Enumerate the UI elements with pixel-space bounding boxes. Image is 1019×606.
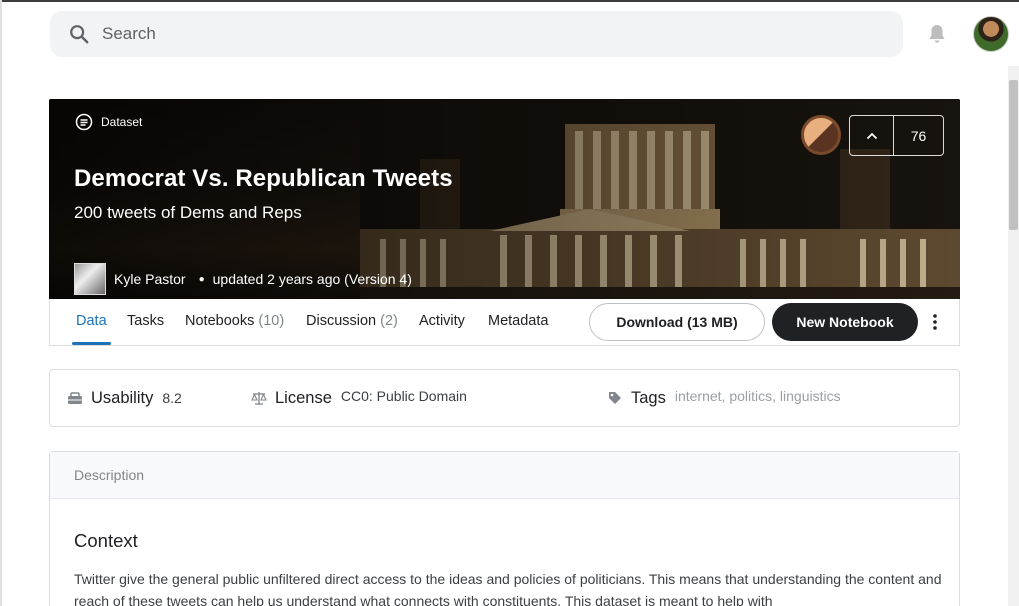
dataset-icon [75, 113, 93, 131]
owner-avatar[interactable] [801, 115, 841, 155]
license-value[interactable]: CC0: Public Domain [341, 388, 467, 404]
tab-label: Data [76, 313, 107, 329]
tab-label: Activity [419, 313, 465, 329]
license-item: License CC0: Public Domain [251, 370, 467, 426]
active-tab-indicator [72, 342, 111, 345]
tab-tasks[interactable]: Tasks [127, 313, 164, 329]
dataset-header-banner: Dataset Democrat Vs. Republican Tweets 2… [49, 99, 960, 299]
usability-icon [68, 392, 82, 404]
author-avatar[interactable] [74, 263, 106, 295]
tab-notebooks[interactable]: Notebooks (10) [185, 313, 284, 329]
tab-label: Metadata [488, 313, 549, 329]
separator-dot: ● [198, 273, 205, 285]
upvote-button[interactable] [850, 116, 894, 155]
dataset-badge-label: Dataset [101, 115, 143, 129]
tags-label: Tags [631, 388, 666, 407]
tab-label: Tasks [127, 313, 165, 329]
description-body: Twitter give the general public unfilter… [74, 571, 942, 606]
dataset-subtitle: 200 tweets of Dems and Reps [74, 203, 302, 222]
context-heading: Context [74, 530, 138, 551]
usability-value: 8.2 [162, 390, 182, 406]
scrollbar-thumb[interactable] [1009, 80, 1018, 230]
dataset-tabbar: Data Tasks Notebooks (10) Discussion (2)… [49, 299, 960, 346]
license-label: License [275, 388, 332, 407]
tag-icon [609, 392, 621, 404]
usability-item: Usability 8.2 [67, 370, 182, 426]
search-icon [70, 25, 89, 44]
description-header: Description [50, 452, 959, 499]
tab-count: (10) [258, 313, 285, 329]
tab-label: Discussion [306, 313, 377, 329]
author-name[interactable]: Kyle Pastor [114, 271, 186, 287]
chevron-up-icon [866, 132, 877, 139]
new-notebook-button[interactable]: New Notebook [772, 303, 918, 341]
tab-label: Notebooks [185, 313, 255, 329]
update-status: updated 2 years ago (Version 4) [212, 271, 412, 287]
scale-icon [251, 392, 267, 405]
description-card: Description Context Twitter give the gen… [49, 451, 960, 606]
tags-list[interactable]: internet, politics, linguistics [675, 388, 841, 404]
dataset-byline: Kyle Pastor ● updated 2 years ago (Versi… [74, 263, 412, 295]
tab-discussion[interactable]: Discussion (2) [306, 313, 398, 329]
search-input[interactable] [102, 24, 802, 44]
tab-data[interactable]: Data [76, 313, 107, 329]
more-vert-icon[interactable] [929, 313, 941, 331]
window-top-border [0, 0, 1019, 2]
window-left-border [0, 0, 2, 606]
user-avatar[interactable] [973, 16, 1009, 52]
tab-activity[interactable]: Activity [419, 313, 465, 329]
upvote-widget[interactable]: 76 [849, 115, 944, 156]
usability-label: Usability [91, 388, 154, 407]
tab-metadata[interactable]: Metadata [488, 313, 548, 329]
tags-item: Tags internet, politics, linguistics [607, 370, 841, 426]
dataset-title: Democrat Vs. Republican Tweets [74, 165, 453, 192]
search-bar[interactable] [50, 11, 903, 57]
upvote-count: 76 [910, 127, 927, 144]
tab-count: (2) [380, 313, 398, 329]
bell-icon[interactable] [925, 22, 949, 46]
dataset-meta-card: Usability 8.2 License CC0: Public Domain… [49, 369, 960, 427]
dataset-badge: Dataset [75, 113, 142, 131]
download-button[interactable]: Download (13 MB) [589, 303, 765, 341]
